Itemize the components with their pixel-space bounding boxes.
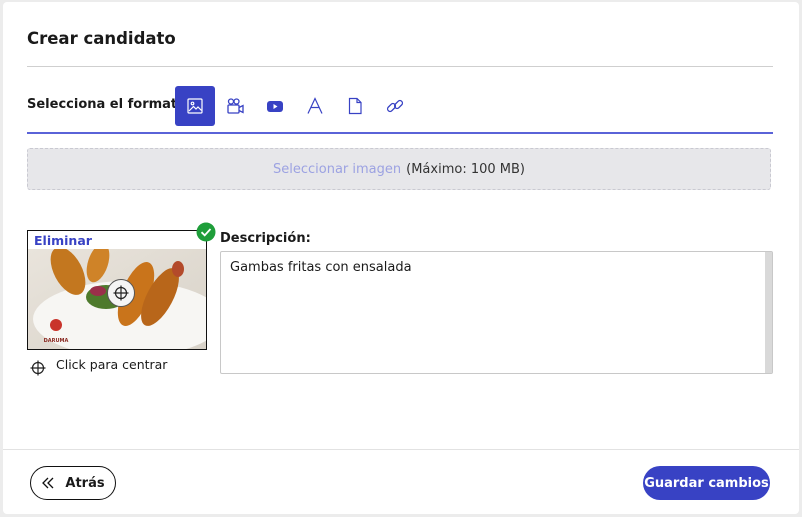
format-tab-video-upload[interactable] xyxy=(215,86,255,126)
format-tabs xyxy=(175,86,415,126)
image-dropzone[interactable]: Seleccionar imagen (Máximo: 100 MB) xyxy=(27,148,771,190)
video-camera-icon xyxy=(227,98,244,114)
description-value: Gambas fritas con ensalada xyxy=(230,260,412,275)
document-icon xyxy=(348,97,362,115)
crosshair-icon xyxy=(29,359,47,377)
format-tab-document[interactable] xyxy=(335,86,375,126)
create-candidate-modal: Crear candidato Selecciona el formato: S… xyxy=(3,2,799,514)
double-chevron-left-icon xyxy=(42,477,54,489)
upload-limit-text: (Máximo: 100 MB) xyxy=(406,161,525,177)
modal-title: Crear candidato xyxy=(27,29,176,48)
description-scrollbar[interactable] xyxy=(765,252,772,373)
format-tab-text[interactable] xyxy=(295,86,335,126)
back-button-label: Atrás xyxy=(65,475,105,491)
format-tab-youtube[interactable] xyxy=(255,86,295,126)
delete-image-link[interactable]: Eliminar xyxy=(34,233,92,248)
youtube-icon xyxy=(267,101,283,112)
back-button[interactable]: Atrás xyxy=(30,466,116,500)
description-label: Descripción: xyxy=(220,231,311,246)
text-icon xyxy=(307,97,323,114)
format-tab-link[interactable] xyxy=(375,86,415,126)
center-focus-button[interactable] xyxy=(107,279,135,307)
check-badge-icon xyxy=(196,222,216,242)
footer-divider xyxy=(3,449,799,450)
save-changes-button[interactable]: Guardar cambios xyxy=(643,466,770,500)
save-button-label: Guardar cambios xyxy=(644,475,769,491)
crosshair-icon xyxy=(113,285,129,301)
select-image-link[interactable]: Seleccionar imagen xyxy=(273,162,401,177)
image-icon xyxy=(187,98,203,114)
restaurant-logo: DARUMA xyxy=(44,338,69,344)
format-tab-image[interactable] xyxy=(175,86,215,126)
format-label: Selecciona el formato: xyxy=(27,97,192,112)
format-divider xyxy=(27,132,773,134)
center-hint-text: Click para centrar xyxy=(56,357,168,372)
link-icon xyxy=(386,99,404,113)
description-textarea[interactable]: Gambas fritas con ensalada xyxy=(220,251,773,374)
title-divider xyxy=(27,66,773,67)
